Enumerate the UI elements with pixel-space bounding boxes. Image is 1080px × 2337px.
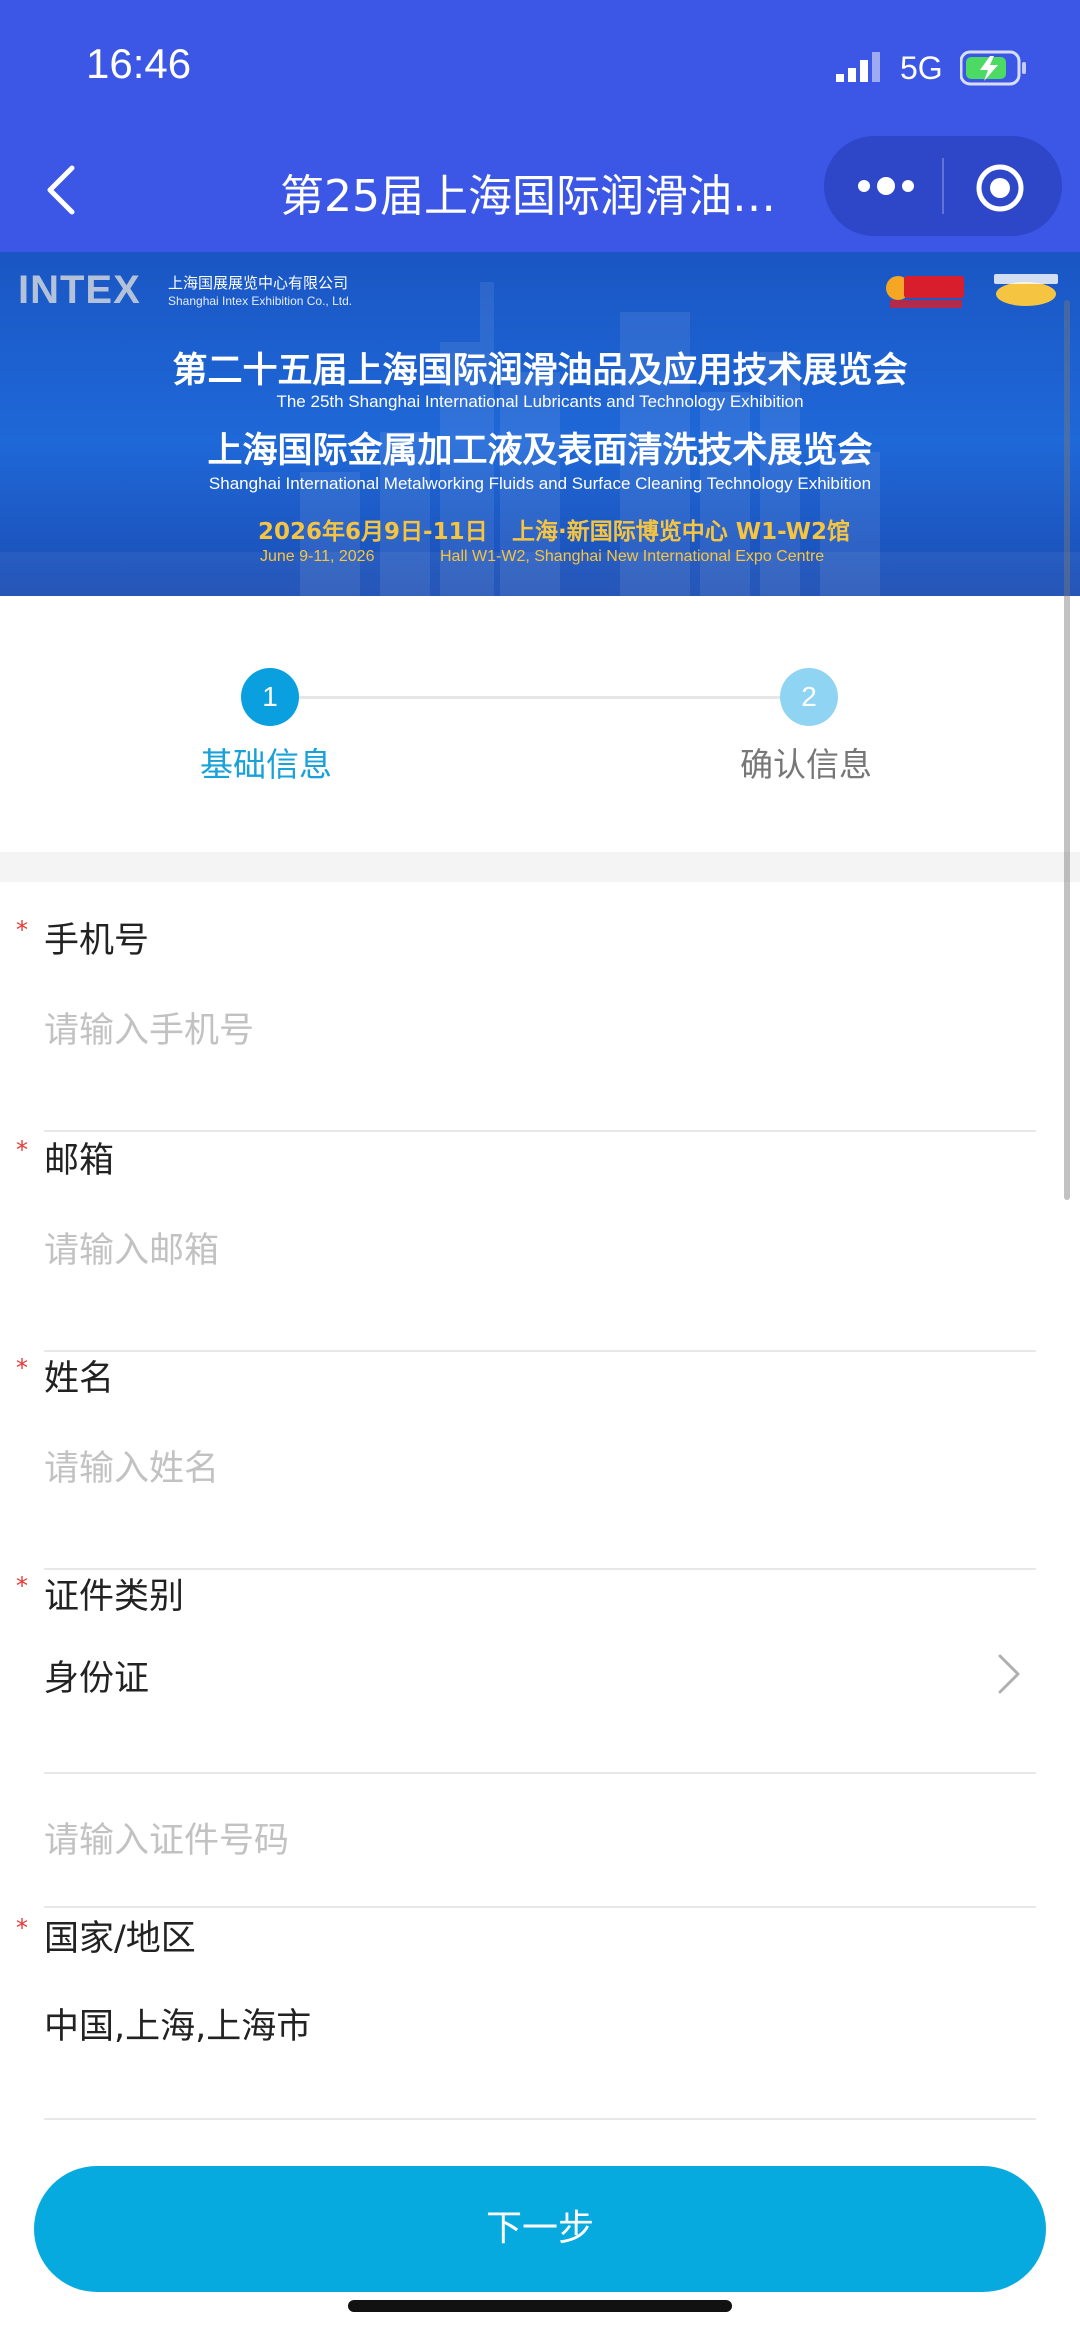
step-1-circle: 1 — [241, 668, 299, 726]
signal-icon — [836, 52, 880, 82]
banner-venue-cn: 上海·新国际博览中心 W1-W2馆 — [512, 519, 851, 545]
region-field[interactable]: * 国家/地区 中国,上海,上海市 — [16, 1910, 1036, 2122]
id-type-field[interactable]: * 证件类别 身份证 — [16, 1568, 1036, 1776]
email-input[interactable]: 请输入邮箱 — [44, 1222, 219, 1273]
required-mark: * — [16, 1136, 28, 1164]
banner-title-en-1: The 25th Shanghai International Lubrican… — [276, 392, 804, 411]
back-arrow-icon[interactable] — [40, 160, 84, 220]
close-ring-icon[interactable] — [974, 162, 1026, 214]
exhibition-banner: INTEX 上海国展展览中心有限公司 Shanghai Intex Exhibi… — [0, 252, 1080, 596]
step-1-label: 基础信息 — [200, 745, 332, 784]
id-number-input[interactable]: 请输入证件号码 — [44, 1812, 289, 1863]
banner-title-cn-1: 第二十五届上海国际润滑油品及应用技术展览会 — [172, 351, 908, 391]
home-indicator[interactable] — [348, 2300, 732, 2312]
china-inter-lubric-logo — [886, 276, 964, 308]
step-2-label: 确认信息 — [740, 745, 872, 784]
email-field: * 邮箱 请输入邮箱 — [16, 1132, 1036, 1352]
step-indicator: 1 2 基础信息 确认信息 — [0, 596, 1080, 852]
banner-date-cn: 2026年6月9日-11日 — [258, 519, 488, 545]
region-value[interactable]: 中国,上海,上海市 — [44, 1998, 311, 2049]
phone-label: 手机号 — [44, 921, 150, 961]
banner-title-cn-2: 上海国际金属加工液及表面清洗技术展览会 — [207, 431, 873, 471]
region-label: 国家/地区 — [44, 1919, 196, 1959]
capsule-divider — [942, 158, 944, 214]
chevron-right-icon[interactable] — [996, 1652, 1022, 1696]
step-connector — [296, 696, 786, 699]
field-divider — [44, 2118, 1036, 2120]
more-dots-icon[interactable] — [854, 170, 918, 202]
mini-program-capsule — [824, 136, 1062, 236]
required-mark: * — [16, 1572, 28, 1600]
next-step-button[interactable]: 下一步 — [34, 2166, 1046, 2292]
required-mark: * — [16, 1354, 28, 1382]
banner-title-en-2: Shanghai International Metalworking Flui… — [208, 474, 872, 493]
required-mark: * — [16, 916, 28, 944]
step-2-circle: 2 — [780, 668, 838, 726]
battery-icon — [960, 50, 1026, 86]
top-bar: 16:46 5G 第25届上海国际润滑油… — [0, 0, 1080, 252]
status-time: 16:46 — [86, 40, 192, 87]
bottom-bar: 下一步 — [0, 2122, 1080, 2337]
required-mark: * — [16, 1914, 28, 1942]
network-type: 5G — [900, 50, 943, 86]
name-input[interactable]: 请输入姓名 — [44, 1440, 219, 1491]
field-divider — [44, 1906, 1036, 1908]
id-type-label: 证件类别 — [44, 1577, 185, 1617]
phone-input[interactable]: 请输入手机号 — [44, 1002, 254, 1053]
nav-title: 第25届上海国际润滑油… — [280, 171, 776, 222]
registration-form: * 手机号 请输入手机号 * 邮箱 请输入邮箱 * 姓名 请输入姓名 * 证件类… — [0, 882, 1080, 2122]
name-label: 姓名 — [44, 1359, 115, 1399]
intex-logo: INTEX — [18, 268, 141, 312]
id-number-field: 请输入证件号码 — [44, 1772, 1036, 1908]
banner-date-en: June 9-11, 2026 — [260, 548, 375, 565]
mw-logo — [994, 274, 1058, 306]
brand-en-text: Shanghai Intex Exhibition Co., Ltd. — [168, 294, 353, 308]
scrollbar[interactable] — [1064, 300, 1070, 1200]
section-gap — [0, 852, 1080, 882]
phone-field: * 手机号 请输入手机号 — [16, 912, 1036, 1132]
name-field: * 姓名 请输入姓名 — [16, 1350, 1036, 1570]
email-label: 邮箱 — [44, 1141, 115, 1181]
id-type-value[interactable]: 身份证 — [44, 1650, 149, 1701]
banner-venue-en: Hall W1-W2, Shanghai New International E… — [440, 548, 825, 565]
brand-cn-text: 上海国展展览中心有限公司 — [168, 274, 349, 292]
